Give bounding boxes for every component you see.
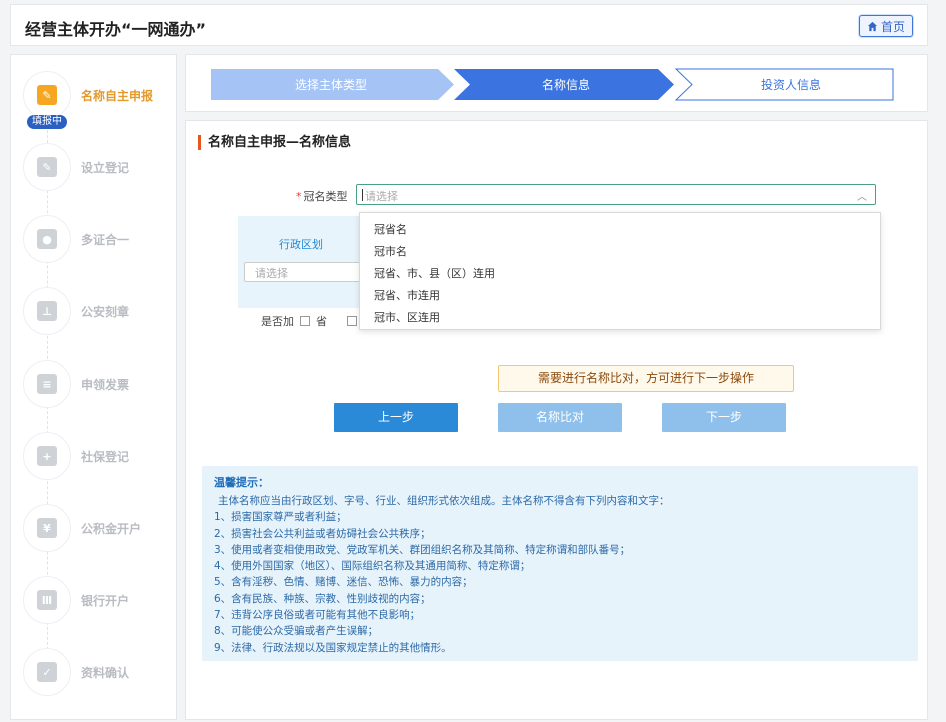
hint-item: 7、违背公序良俗或者可能有其他不良影响； xyxy=(214,609,421,622)
city-checkbox[interactable] xyxy=(347,316,357,326)
hint-item: 3、使用或者变相使用政党、党政军机关、群团组织名称及其简称、特定称谓和部队番号； xyxy=(214,543,631,556)
crown-type-dropdown: 冠省名 冠市名 冠省、市、县（区）连用 冠省、市连用 冠市、区连用 xyxy=(359,212,881,330)
crown-type-placeholder: 请选择 xyxy=(365,190,398,203)
section-title: 名称自主申报—名称信息 xyxy=(198,135,351,150)
sidebar-step-bank-account[interactable]: Ⅲ 银行开户 xyxy=(23,576,173,626)
main-panel: 名称自主申报—名称信息 * 冠名类型 请选择 ︿ 行政区划 请选择 是否加 省 需… xyxy=(185,120,928,720)
province-checkbox[interactable] xyxy=(300,316,310,326)
sidebar-step-housing-fund[interactable]: ¥ 公积金开户 xyxy=(23,504,173,554)
sidebar-step-seal[interactable]: ⊥ 公安刻章 xyxy=(23,287,173,337)
hint-item: 8、可能使公众受骗或者产生误解； xyxy=(214,625,379,638)
hint-item: 5、含有淫秽、色情、赌博、迷信、恐怖、暴力的内容； xyxy=(214,576,473,589)
dropdown-option[interactable]: 冠市、区连用 xyxy=(374,309,440,325)
add-prefix-label: 是否加 xyxy=(261,315,294,328)
edit-doc-icon: ✎ xyxy=(37,157,57,177)
region-label: 行政区划 xyxy=(279,238,323,251)
stamp-icon: ⊥ xyxy=(37,301,57,321)
hint-title: 温馨提示： xyxy=(214,476,269,489)
crown-type-label: * 冠名类型 xyxy=(296,190,348,203)
dropdown-option[interactable]: 冠市名 xyxy=(374,243,407,259)
dropdown-option[interactable]: 冠省名 xyxy=(374,221,407,237)
bank-icon: Ⅲ xyxy=(37,590,57,610)
edit-form-icon: ✎ xyxy=(37,85,57,105)
hint-item: 9、法律、行政法规以及国家规定禁止的其他情形。 xyxy=(214,641,452,654)
license-icon: ● xyxy=(37,229,57,249)
name-compare-button[interactable]: 名称比对 xyxy=(498,403,622,432)
province-label: 省 xyxy=(316,315,327,328)
page-title: 经营主体开办“一网通办” xyxy=(25,20,207,39)
text-cursor xyxy=(362,189,363,201)
dropdown-option[interactable]: 冠省、市、县（区）连用 xyxy=(374,265,495,281)
sidebar-step-multi-license[interactable]: ● 多证合一 xyxy=(23,215,173,265)
housing-fund-icon: ¥ xyxy=(37,518,57,538)
region-placeholder: 请选择 xyxy=(255,267,288,280)
invoice-icon: ≡ xyxy=(37,374,57,394)
hint-box: 温馨提示： 主体名称应当由行政区划、字号、行业、组织形式依次组成。主体名称不得含… xyxy=(202,466,918,661)
status-badge: 填报中 xyxy=(27,115,67,129)
progress-step-select-type: 选择主体类型 xyxy=(294,78,367,92)
region-select[interactable]: 请选择 xyxy=(244,262,366,282)
compare-required-tip: 需要进行名称比对，方可进行下一步操作 xyxy=(498,365,794,392)
dropdown-option[interactable]: 冠省、市连用 xyxy=(374,287,440,303)
hint-item: 4、使用外国国家（地区）、国际组织名称及其通用简称、特定称谓； xyxy=(214,560,531,573)
progress-panel: 选择主体类型 名称信息 投资人信息 xyxy=(185,54,928,112)
prev-button[interactable]: 上一步 xyxy=(334,403,458,432)
progress-step-investor-info: 投资人信息 xyxy=(760,78,821,92)
sidebar-step-confirm[interactable]: ✓ 资料确认 xyxy=(23,648,173,698)
document-check-icon: ✓ xyxy=(37,662,57,682)
sidebar-step-name-declaration[interactable]: ✎ 名称自主申报 填报中 xyxy=(23,71,173,129)
hint-item: 1、损害国家尊严或者利益； xyxy=(214,511,347,524)
sidebar-step-registration[interactable]: ✎ 设立登记 xyxy=(23,143,173,193)
social-security-icon: + xyxy=(37,446,57,466)
hint-item: 2、损害社会公共利益或者妨碍社会公共秩序； xyxy=(214,527,431,540)
home-button[interactable]: 首页 xyxy=(859,15,913,37)
progress-step-name-info: 名称信息 xyxy=(541,78,590,92)
home-icon xyxy=(867,21,878,31)
hint-item: 主体名称应当由行政区划、字号、行业、组织形式依次组成。主体名称不得含有下列内容和… xyxy=(218,495,670,507)
crown-type-select[interactable]: 请选择 ︿ xyxy=(356,184,876,205)
home-label: 首页 xyxy=(880,19,905,34)
hint-item: 6、含有民族、种族、宗教、性别歧视的内容； xyxy=(214,592,431,605)
sidebar: ✎ 名称自主申报 填报中 ✎ 设立登记 ● 多证合一 ⊥ 公安刻章 ≡ 申领发票… xyxy=(10,54,177,720)
add-prefix-row: 是否加 省 xyxy=(261,313,357,329)
chevron-up-icon: ︿ xyxy=(857,192,867,203)
page-header: 经营主体开办“一网通办” 首页 xyxy=(10,4,928,46)
sidebar-step-invoice[interactable]: ≡ 申领发票 xyxy=(23,360,173,410)
sidebar-step-social-security[interactable]: + 社保登记 xyxy=(23,432,173,482)
next-button[interactable]: 下一步 xyxy=(662,403,786,432)
region-panel: 行政区划 请选择 xyxy=(238,216,366,308)
